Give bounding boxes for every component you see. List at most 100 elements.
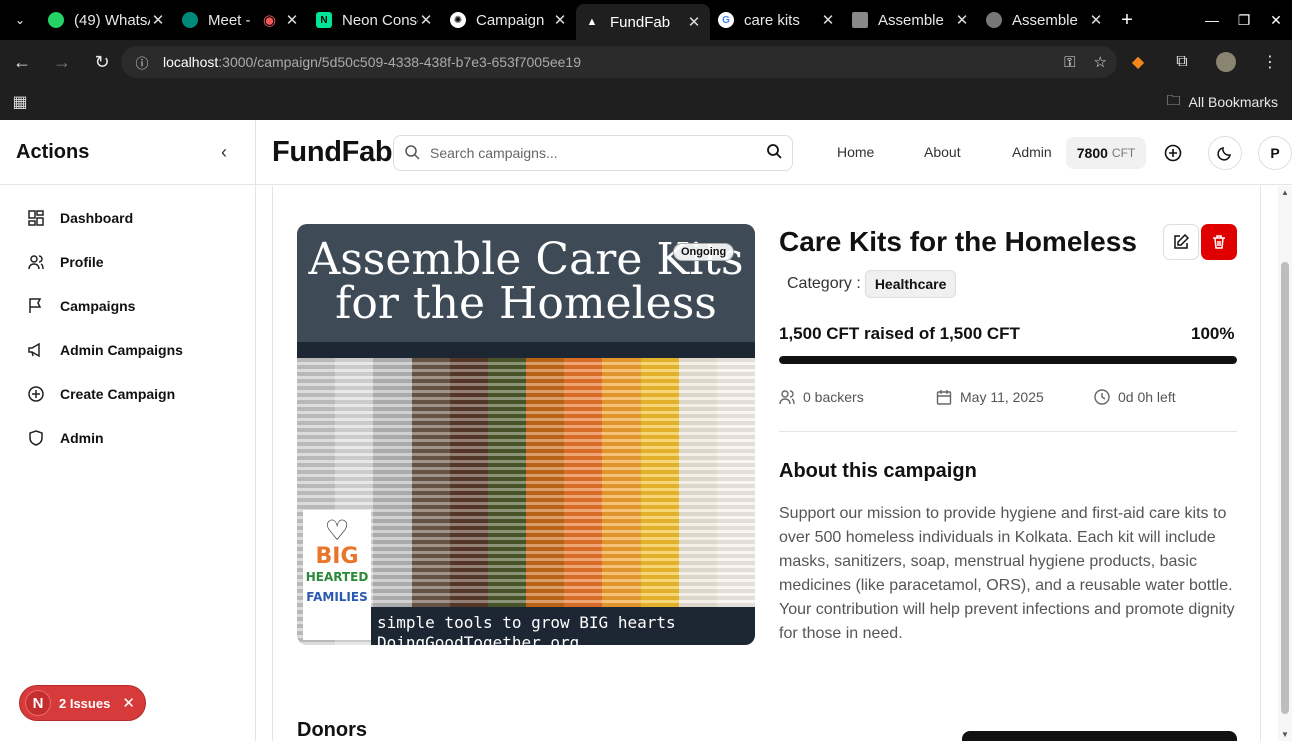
back-icon[interactable]: ← (4, 44, 40, 80)
browser-tab[interactable]: Assemble ✕ (844, 4, 978, 36)
apps-grid-icon[interactable]: ▦ (0, 92, 40, 112)
browser-tab[interactable]: N Neon Console✕ (308, 4, 442, 36)
sidebar-item-admin[interactable]: Admin (0, 416, 255, 460)
browser-tab[interactable]: Gcare kits ✕ (710, 4, 844, 36)
user-avatar[interactable]: P (1258, 136, 1292, 170)
close-tab-icon[interactable]: ✕ (686, 13, 702, 31)
close-tab-icon[interactable]: ✕ (150, 11, 166, 29)
browser-toolbar: ← → ↻ ⓘ localhost:3000/campaign/5d50c509… (0, 40, 1292, 84)
browser-tab-active[interactable]: ▲ FundFab ✕ (576, 4, 710, 40)
scrollbar-thumb[interactable] (1281, 262, 1289, 714)
nav-home[interactable]: Home (837, 144, 874, 160)
tab-title: FundFab (610, 13, 671, 31)
tab-search-button[interactable]: ⌄ (0, 0, 40, 40)
browser-tab[interactable]: (49) WhatsApp✕ (40, 4, 174, 36)
all-bookmarks-button[interactable]: 🗀 All Bookmarks (1167, 84, 1278, 120)
neon-icon: N (316, 12, 332, 28)
divider (779, 431, 1237, 432)
site-info-icon[interactable]: ⓘ (127, 53, 157, 72)
close-tab-icon[interactable]: ✕ (820, 11, 836, 29)
clock-icon (1094, 389, 1110, 405)
bookmark-star-icon[interactable]: ☆ (1094, 53, 1107, 71)
flag-icon (28, 298, 44, 314)
balance-unit: CFT (1111, 146, 1136, 160)
nav-about[interactable]: About (924, 144, 961, 160)
category-chip: Healthcare (864, 270, 957, 298)
tab-title: Neon Console (342, 11, 418, 29)
new-tab-button[interactable]: + (1112, 9, 1142, 32)
address-bar[interactable]: ⓘ localhost:3000/campaign/5d50c509-4338-… (121, 46, 1117, 78)
calendar-icon (936, 389, 952, 405)
sidebar-item-campaigns[interactable]: Campaigns (0, 284, 255, 328)
browser-tab[interactable]: Assemble ✕ (978, 4, 1112, 36)
balance-pill: 7800 CFT (1066, 137, 1146, 169)
extensions-icon[interactable]: ⧉ (1160, 53, 1204, 71)
main-area: FundFab Search campaigns... Home About A… (256, 120, 1292, 741)
page-scrollbar[interactable]: ▲ ▼ (1278, 186, 1292, 741)
folder-icon: 🗀 (1166, 92, 1181, 108)
users-icon (779, 389, 795, 405)
reload-icon[interactable]: ↻ (84, 44, 120, 80)
campaign-detail: Assemble Care Kits for the Homeless ♡ BIG… (272, 186, 1261, 741)
image-torn-edge (297, 342, 755, 358)
trash-icon (1213, 235, 1225, 249)
sidebar-item-profile[interactable]: Profile (0, 240, 255, 284)
browser-tab[interactable]: ✺ Campaign ✕ (442, 4, 576, 36)
profile-avatar-icon[interactable] (1204, 52, 1248, 72)
menu-kebab-icon[interactable]: ⋮ (1248, 52, 1292, 72)
plus-circle-icon (28, 386, 44, 402)
big-hearted-families-logo: ♡ BIG HEARTED FAMILIES (303, 510, 371, 640)
raised-text: 1,500 CFT raised of 1,500 CFT (779, 324, 1020, 343)
users-icon (28, 254, 44, 270)
nav-admin[interactable]: Admin (1012, 144, 1052, 160)
sidebar-item-dashboard[interactable]: Dashboard (0, 196, 255, 240)
about-heading: About this campaign (779, 460, 977, 482)
password-key-icon[interactable]: ⚿ (1064, 54, 1075, 71)
brand-logo[interactable]: FundFab (272, 136, 393, 169)
dashboard-icon (28, 210, 44, 226)
theme-toggle-moon-icon[interactable] (1208, 136, 1242, 170)
openai-icon: ✺ (450, 12, 466, 28)
tab-title: Assemble (878, 11, 944, 29)
percent-text: 100% (1191, 324, 1235, 343)
search-bar[interactable]: Search campaigns... (393, 135, 793, 171)
campaign-title: Care Kits for the Homeless (779, 226, 1137, 257)
url-path: :3000/campaign/5d50c509-4338-438f-b7e3-6… (218, 54, 582, 70)
add-circle-icon[interactable] (1158, 138, 1188, 168)
search-submit-icon[interactable] (766, 143, 782, 163)
search-icon (404, 144, 420, 163)
search-input[interactable]: Search campaigns... (430, 145, 766, 161)
sidebar-item-label: Admin (60, 430, 104, 446)
metamask-icon[interactable]: ◆ (1116, 52, 1160, 72)
tab-title: care kits (744, 11, 800, 29)
close-icon[interactable]: ✕ (122, 694, 135, 712)
about-text: Support our mission to provide hygiene a… (779, 505, 1235, 642)
site-header: FundFab Search campaigns... Home About A… (256, 120, 1292, 185)
meet-icon (182, 12, 198, 28)
scroll-up-icon[interactable]: ▲ (1278, 188, 1292, 197)
collapse-chevron-icon[interactable]: ‹ (221, 142, 227, 163)
close-tab-icon[interactable]: ✕ (552, 11, 568, 29)
edit-button[interactable] (1163, 224, 1199, 260)
issues-toast[interactable]: N 2 Issues ✕ (19, 685, 146, 721)
close-tab-icon[interactable]: ✕ (1088, 11, 1104, 29)
browser-tab[interactable]: Meet - ◉ ✕ (174, 4, 308, 36)
sidebar-item-create-campaign[interactable]: Create Campaign (0, 372, 255, 416)
time-left-meta: 0d 0h left (1094, 389, 1176, 405)
scroll-down-icon[interactable]: ▼ (1278, 730, 1292, 739)
close-tab-icon[interactable]: ✕ (418, 11, 434, 29)
close-tab-icon[interactable]: ✕ (954, 11, 970, 29)
restore-icon[interactable]: ❐ (1228, 0, 1260, 40)
minimize-icon[interactable]: — (1196, 0, 1228, 40)
sidebar-item-label: Admin Campaigns (60, 342, 183, 358)
delete-button[interactable] (1201, 224, 1237, 260)
sidebar-item-label: Profile (60, 254, 104, 270)
sidebar-item-admin-campaigns[interactable]: Admin Campaigns (0, 328, 255, 372)
close-tab-icon[interactable]: ✕ (284, 11, 300, 29)
donate-button[interactable] (962, 731, 1237, 741)
heart-icon: ♡ (324, 515, 350, 546)
issues-label[interactable]: 2 Issues (59, 696, 110, 711)
forward-icon[interactable]: → (44, 44, 80, 80)
close-window-icon[interactable]: ✕ (1260, 0, 1292, 40)
logo-text-3: FAMILIES (306, 590, 368, 604)
